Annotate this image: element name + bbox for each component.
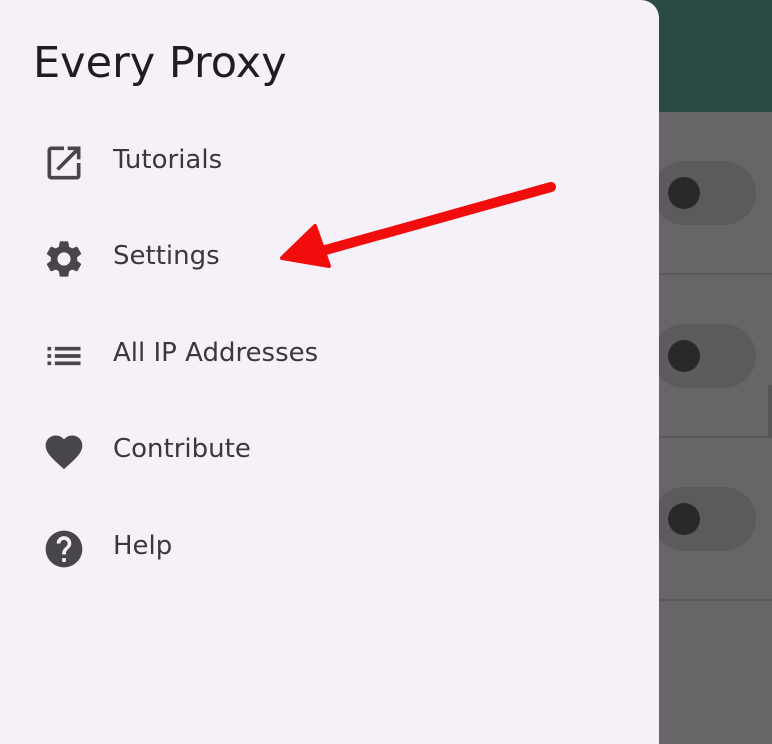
list-icon [47, 346, 81, 366]
row-divider [640, 436, 772, 438]
heart-icon [45, 435, 83, 470]
nav-label-all-ip-addresses: All IP Addresses [113, 338, 319, 368]
help-circle-icon [45, 530, 83, 568]
toggle-switch[interactable] [652, 324, 756, 388]
row-divider [640, 599, 772, 601]
gear-icon [46, 241, 82, 277]
nav-label-contribute: Contribute [113, 434, 251, 464]
toggle-thumb [668, 177, 700, 209]
nav-item-settings[interactable]: Settings [0, 218, 659, 298]
nav-label-settings: Settings [113, 241, 220, 271]
nav-item-all-ip-addresses[interactable]: All IP Addresses [0, 315, 659, 395]
toggle-thumb [668, 340, 700, 372]
nav-label-help: Help [113, 531, 173, 561]
scroll-indicator [768, 385, 772, 437]
toggle-switch[interactable] [652, 487, 756, 551]
drawer-title: Every Proxy [33, 38, 287, 88]
navigation-drawer: Every Proxy Tutorials Settings All IP Ad… [0, 0, 659, 744]
nav-item-help[interactable]: Help [0, 508, 659, 588]
open-in-new-icon [47, 146, 81, 180]
toggle-switch[interactable] [652, 161, 756, 225]
nav-item-contribute[interactable]: Contribute [0, 411, 659, 491]
toggle-thumb [668, 503, 700, 535]
nav-label-tutorials: Tutorials [113, 145, 223, 175]
nav-item-tutorials[interactable]: Tutorials [0, 122, 659, 202]
row-divider [640, 273, 772, 275]
